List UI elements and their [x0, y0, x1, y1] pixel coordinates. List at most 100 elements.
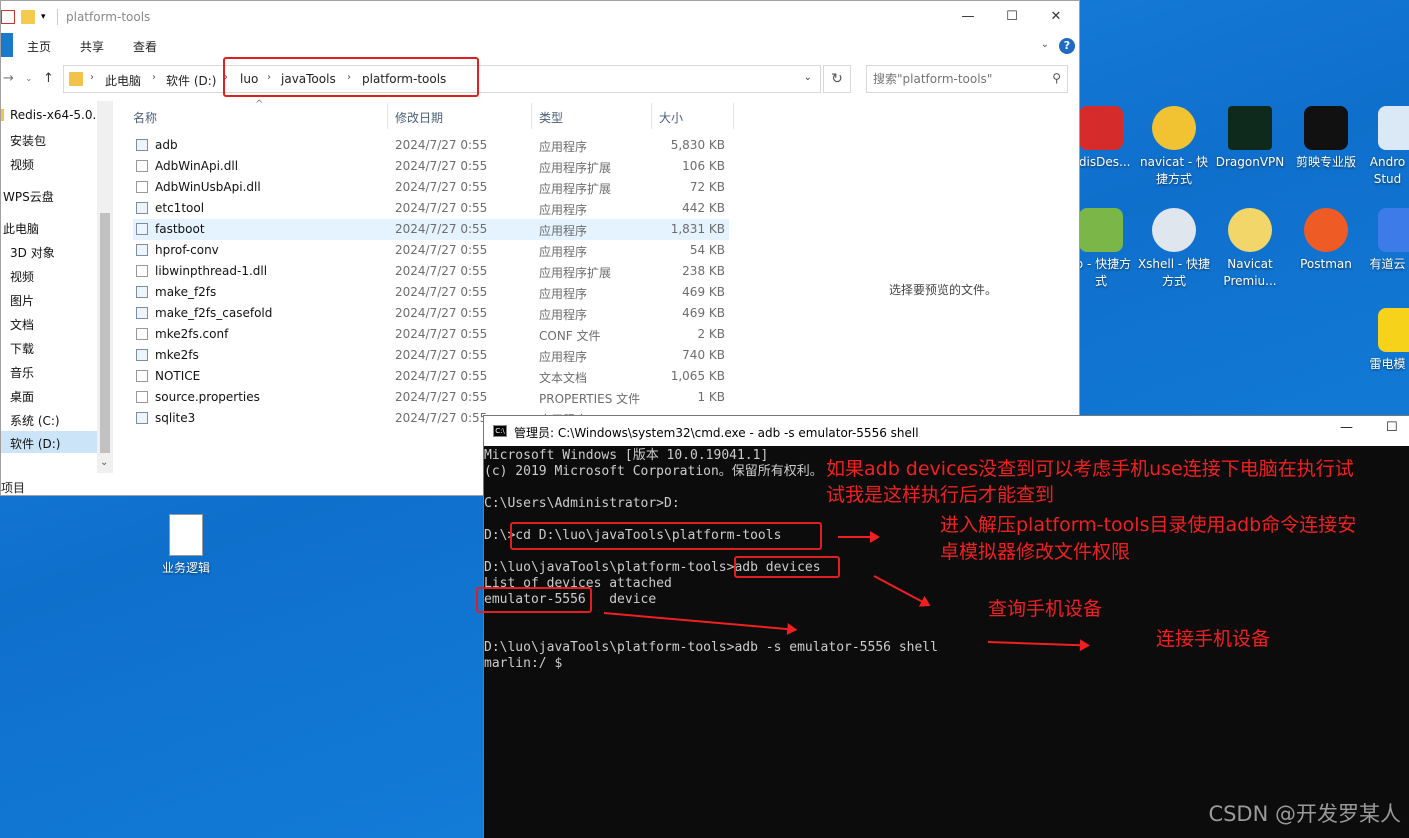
column-header-type[interactable]: 类型: [539, 109, 563, 126]
desktop-icon-youdao[interactable]: 有道云: [1366, 208, 1409, 273]
refresh-button[interactable]: ↻: [823, 65, 851, 93]
adb-devices-highlight-box: [734, 556, 840, 578]
column-divider[interactable]: [733, 103, 734, 129]
search-input[interactable]: [873, 71, 1043, 87]
emulator-id-highlight-box: [476, 587, 592, 613]
file-row-adbwinapi[interactable]: AdbWinApi.dll 2024/7/27 0:55 应用程序扩展 106 KB: [133, 156, 729, 177]
annotation-cd-note-line2: 卓模拟器修改文件权限: [940, 541, 1131, 563]
column-divider[interactable]: [651, 103, 652, 129]
dll-file-icon: [136, 181, 148, 193]
youdao-icon: [1378, 208, 1409, 252]
new-folder-icon[interactable]: [21, 10, 35, 24]
file-row-notice[interactable]: NOTICE 2024/7/27 0:55 文本文档 1,065 KB: [133, 366, 729, 387]
recent-dropdown-icon[interactable]: ⌄: [25, 74, 33, 84]
sidebar-scrollbar[interactable]: ⌄: [97, 101, 113, 473]
cmd-minimize-button[interactable]: —: [1340, 420, 1353, 435]
annotation-connect-device: 连接手机设备: [1156, 628, 1271, 650]
maximize-button[interactable]: ☐: [989, 3, 1035, 31]
ldplayer-icon: [1378, 308, 1409, 352]
file-row-fastboot[interactable]: fastboot 2024/7/27 0:55 应用程序 1,831 KB: [133, 219, 729, 240]
desktop-icon-business-logic[interactable]: 业务逻辑: [148, 514, 224, 577]
file-row-source-properties[interactable]: source.properties 2024/7/27 0:55 PROPERTIE…: [133, 387, 729, 408]
navigation-bar: → ⌄ ↑ › 此电脑 › 软件 (D:) › luo › javaTools …: [1, 59, 1079, 101]
navicat-premium-icon: [1228, 208, 1272, 252]
desktop-icon-ldplayer[interactable]: 雷电模: [1366, 308, 1409, 373]
quick-access-dropdown-icon[interactable]: ▾: [41, 12, 55, 26]
cmd-maximize-button[interactable]: ☐: [1386, 420, 1398, 435]
desktop-icon-android-studio[interactable]: Andro Stud: [1366, 106, 1409, 188]
tab-view[interactable]: 查看: [133, 38, 157, 55]
desktop-icon-capcut[interactable]: 剪映专业版: [1288, 106, 1364, 171]
file-row-mke2fs[interactable]: mke2fs 2024/7/27 0:55 应用程序 740 KB: [133, 345, 729, 366]
annotation-query-device: 查询手机设备: [988, 598, 1103, 620]
terminal-line: C:\Users\Administrator>D:: [484, 496, 680, 511]
desktop-icon-postman[interactable]: Postman: [1288, 208, 1364, 273]
file-row-adb[interactable]: adb 2024/7/27 0:55 应用程序 5,830 KB: [133, 135, 729, 156]
file-tab[interactable]: [1, 33, 13, 57]
application-icon: [136, 286, 148, 298]
breadcrumb-drive-d[interactable]: 软件 (D:): [166, 72, 216, 89]
terminal-line: D:\luo\javaTools\platform-tools>adb -s e…: [484, 640, 938, 655]
column-divider[interactable]: [531, 103, 532, 129]
minimize-button[interactable]: —: [945, 3, 991, 31]
window-title: platform-tools: [66, 10, 151, 24]
back-icon[interactable]: →: [3, 71, 14, 86]
arrow-to-cd-note: [838, 531, 880, 543]
dll-file-icon: [136, 160, 148, 172]
preview-pane-message: 选择要预览的文件。: [889, 283, 998, 297]
scroll-down-icon[interactable]: ⌄: [100, 457, 108, 468]
csdn-watermark: CSDN @开发罗某人: [1208, 802, 1401, 826]
dll-file-icon: [136, 265, 148, 277]
application-icon: [136, 349, 148, 361]
annotation-usb-hint-line1: 如果adb devices没查到可以考虑手机use连接下电脑在执行试: [826, 458, 1354, 480]
column-header-size[interactable]: 大小: [659, 109, 683, 126]
column-header-date[interactable]: 修改日期: [395, 109, 443, 126]
cd-command-highlight-box: [510, 522, 822, 550]
file-row-etc1tool[interactable]: etc1tool 2024/7/27 0:55 应用程序 442 KB: [133, 198, 729, 219]
desktop-icon-xshell[interactable]: Xshell - 快捷方式: [1136, 208, 1212, 290]
search-icon: ⚲: [1052, 71, 1061, 85]
help-icon[interactable]: ?: [1059, 38, 1075, 54]
address-dropdown-icon[interactable]: ⌄: [804, 72, 812, 83]
sidebar-item-drive-d[interactable]: 软件 (D:): [1, 431, 97, 453]
column-divider[interactable]: [387, 103, 388, 129]
search-box[interactable]: ⚲: [866, 65, 1068, 93]
text-file-icon: [136, 391, 148, 403]
tab-home[interactable]: 主页: [27, 38, 51, 55]
file-row-make-f2fs[interactable]: make_f2fs 2024/7/27 0:55 应用程序 469 KB: [133, 282, 729, 303]
annotation-cd-note-line1: 进入解压platform-tools目录使用adb命令连接安: [940, 514, 1357, 536]
file-row-mke2fs-conf[interactable]: mke2fs.conf 2024/7/27 0:55 CONF 文件 2 KB: [133, 324, 729, 345]
file-row-make-f2fs-casefold[interactable]: make_f2fs_casefold 2024/7/27 0:55 应用程序 469 …: [133, 303, 729, 324]
file-row-hprof-conv[interactable]: hprof-conv 2024/7/27 0:55 应用程序 54 KB: [133, 240, 729, 261]
chevron-right-icon[interactable]: ›: [90, 72, 94, 83]
annotation-usb-hint-line2: 试我是这样执行后才能查到: [826, 484, 1055, 506]
desktop-icon-navicat[interactable]: navicat - 快捷方式: [1136, 106, 1212, 188]
properties-icon[interactable]: [1, 10, 15, 24]
explorer-titlebar: ▾ platform-tools — ☐ ✕: [1, 1, 1079, 33]
application-icon: [136, 223, 148, 235]
android-studio-icon: [1378, 106, 1409, 150]
dragon-vpn-icon: [1228, 106, 1272, 150]
tab-share[interactable]: 共享: [80, 38, 104, 55]
desktop-icon-dragonvpn[interactable]: DragonVPN: [1212, 106, 1288, 171]
application-icon: [136, 202, 148, 214]
breadcrumb-this-pc[interactable]: 此电脑: [105, 72, 141, 89]
ribbon: 主页 共享 查看 ⌄ ?: [1, 33, 1079, 59]
desktop-icon-navicat-premium[interactable]: Navicat Premiu...: [1212, 208, 1288, 290]
expand-ribbon-icon[interactable]: ⌄: [1041, 39, 1049, 50]
title-separator: [57, 9, 58, 25]
application-icon: [136, 412, 148, 424]
file-row-libwinpthread[interactable]: libwinpthread-1.dll 2024/7/27 0:55 应用程序扩展 2…: [133, 261, 729, 282]
column-header-name[interactable]: 名称: [133, 109, 157, 126]
close-button[interactable]: ✕: [1033, 3, 1079, 31]
postman-icon: [1304, 208, 1348, 252]
ftp-icon: [1079, 208, 1123, 252]
sort-ascending-icon: ^: [255, 99, 264, 110]
capcut-icon: [1304, 106, 1348, 150]
sidebar-scroll-thumb[interactable]: [100, 213, 110, 453]
file-row-adbwinusbapi[interactable]: AdbWinUsbApi.dll 2024/7/27 0:55 应用程序扩展 72 K…: [133, 177, 729, 198]
terminal-line: Microsoft Windows [版本 10.0.19041.1]: [484, 448, 769, 463]
chevron-right-icon[interactable]: ›: [152, 72, 156, 83]
up-icon[interactable]: ↑: [43, 71, 54, 86]
text-file-icon: [136, 328, 148, 340]
